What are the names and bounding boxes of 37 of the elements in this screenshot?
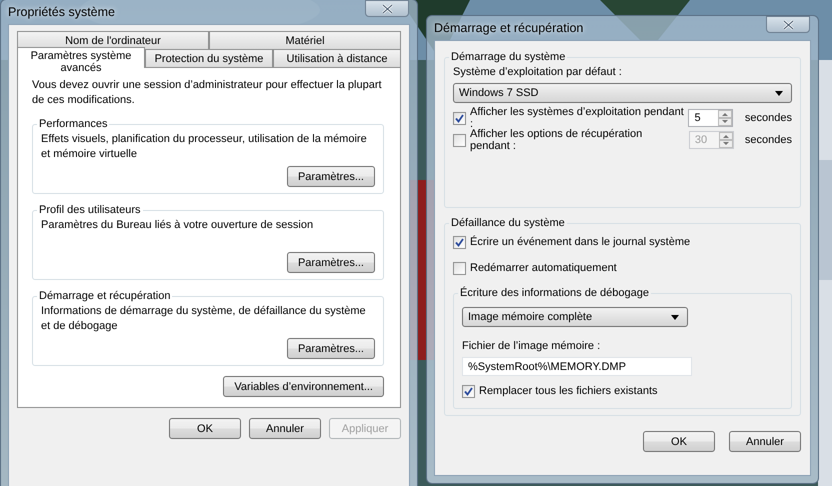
- dialog-button[interactable]: OK: [643, 431, 715, 452]
- intro-text: Vous devez ouvrir une session d’administrateur pour effectuer la plupart de ces modifications.: [32, 78, 383, 108]
- checkbox-label: Écrire un événement dans le journal système: [470, 236, 690, 248]
- unit-label: secondes: [744, 112, 792, 124]
- window-title: Propriétés système: [8, 5, 115, 19]
- field-label: Fichier de l’image mémoire :: [462, 339, 602, 353]
- group-title: Performances: [38, 118, 108, 130]
- tab[interactable]: Nom de l'ordinateur: [17, 31, 209, 49]
- group-description: Informations de démarrage du système, de défaillance du système et de débogage: [41, 304, 367, 334]
- spin-field[interactable]: 5: [688, 109, 734, 127]
- tab[interactable]: Matériel: [209, 31, 401, 49]
- settings-button[interactable]: Paramètres...: [286, 166, 375, 187]
- dialog-button[interactable]: OK: [169, 418, 241, 439]
- dialog-button[interactable]: Annuler: [729, 431, 801, 452]
- unit-label: secondes: [744, 134, 792, 146]
- window-title: Démarrage et récupération: [434, 21, 584, 35]
- settings-button[interactable]: Paramètres...: [286, 338, 375, 359]
- group-title: Démarrage et récupération: [38, 290, 172, 302]
- os-dropdown[interactable]: Windows 7 SSD: [453, 83, 792, 103]
- dialog-button[interactable]: Annuler: [249, 418, 321, 439]
- group-description: Paramètres du Bureau liés à votre ouverture de session: [41, 218, 314, 233]
- field-label: Système d’exploitation par défaut :: [453, 65, 623, 79]
- checkbox-label: Afficher les options de récupération pendant :: [470, 128, 644, 152]
- group-title: Écriture des informations de débogage: [459, 287, 650, 299]
- group-title: Profil des utilisateurs: [38, 204, 142, 216]
- checkbox-label: Redémarrer automatiquement: [470, 262, 617, 274]
- dump-type-dropdown[interactable]: Image mémoire complète: [462, 307, 688, 327]
- tab[interactable]: Utilisation à distance: [273, 49, 401, 67]
- tab[interactable]: Protection du système: [145, 49, 273, 67]
- environment-variables-button[interactable]: Variables d’environnement...: [223, 376, 384, 397]
- group-description: Effets visuels, planification du processeur, utilisation de la mémoire et mémoire virtuelle: [41, 132, 368, 162]
- checkbox-label: Remplacer tous les fichiers existants: [479, 385, 658, 397]
- settings-button[interactable]: Paramètres...: [286, 252, 375, 273]
- checkbox-label: Afficher les systèmes d’exploitation pendant :: [470, 106, 684, 130]
- group-title: Démarrage du système: [450, 51, 566, 63]
- file-field[interactable]: %SystemRoot%\MEMORY.DMP: [462, 357, 692, 376]
- group-title: Défaillance du système: [450, 217, 566, 229]
